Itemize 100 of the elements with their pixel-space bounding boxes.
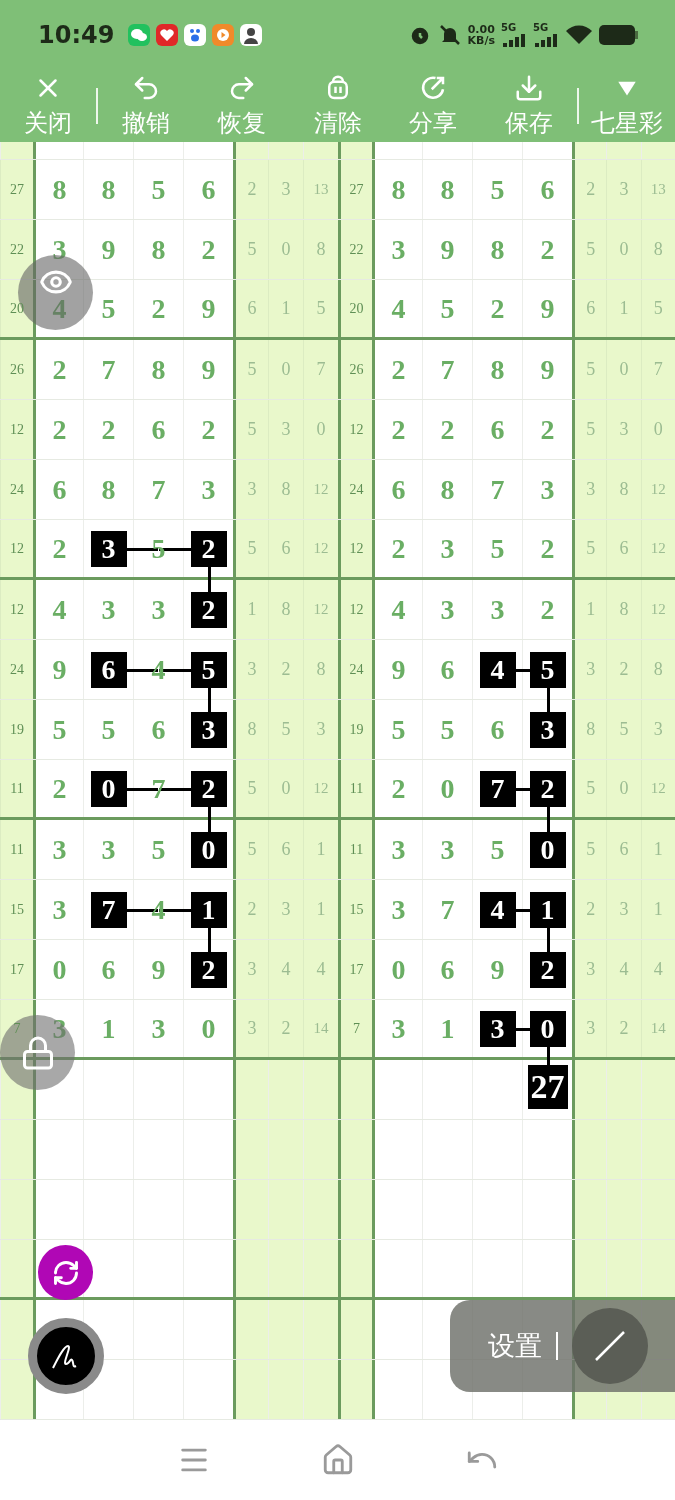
digit[interactable]: 2 bbox=[490, 292, 505, 325]
digit[interactable]: 8 bbox=[101, 473, 116, 506]
digit[interactable]: 8 bbox=[101, 173, 116, 206]
digit[interactable]: 8 bbox=[490, 353, 505, 386]
digit[interactable]: 3 bbox=[490, 593, 505, 626]
digit[interactable]: 0 bbox=[201, 1012, 216, 1045]
close-button[interactable]: 关闭 bbox=[0, 73, 96, 139]
digit[interactable]: 9 bbox=[52, 653, 67, 686]
digit[interactable]: 3 bbox=[101, 593, 116, 626]
digit[interactable]: 6 bbox=[151, 713, 166, 746]
digit[interactable]: 6 bbox=[440, 953, 455, 986]
save-button[interactable]: 保存 bbox=[481, 73, 578, 139]
highlighted-number[interactable]: 27 bbox=[527, 1065, 568, 1109]
digit[interactable]: 3 bbox=[52, 893, 67, 926]
digit[interactable]: 3 bbox=[391, 233, 406, 266]
digit[interactable]: 8 bbox=[440, 173, 455, 206]
redo-button[interactable]: 恢复 bbox=[193, 73, 290, 139]
digit[interactable]: 9 bbox=[440, 233, 455, 266]
digit[interactable]: 2 bbox=[540, 233, 555, 266]
digit[interactable]: 4 bbox=[391, 593, 406, 626]
digit[interactable]: 8 bbox=[490, 233, 505, 266]
highlighted-number[interactable]: 1 bbox=[529, 891, 566, 928]
digit[interactable]: 0 bbox=[391, 953, 406, 986]
digit[interactable]: 5 bbox=[490, 173, 505, 206]
highlighted-number[interactable]: 6 bbox=[90, 651, 127, 688]
highlighted-number[interactable]: 7 bbox=[90, 891, 127, 928]
highlighted-number[interactable]: 3 bbox=[90, 530, 127, 567]
digit[interactable]: 3 bbox=[391, 893, 406, 926]
digit[interactable]: 6 bbox=[490, 413, 505, 446]
digit[interactable]: 2 bbox=[52, 413, 67, 446]
highlighted-number[interactable]: 2 bbox=[190, 951, 227, 988]
clear-button[interactable]: 清除 bbox=[289, 73, 386, 139]
digit[interactable]: 0 bbox=[52, 953, 67, 986]
digit[interactable]: 9 bbox=[540, 292, 555, 325]
digit[interactable]: 5 bbox=[440, 713, 455, 746]
digit[interactable]: 9 bbox=[151, 953, 166, 986]
highlighted-number[interactable]: 4 bbox=[479, 651, 516, 688]
digit[interactable]: 9 bbox=[391, 653, 406, 686]
highlighted-number[interactable]: 1 bbox=[190, 891, 227, 928]
digit[interactable]: 2 bbox=[391, 772, 406, 805]
settings-button[interactable]: 设置 bbox=[488, 1328, 542, 1364]
digit[interactable]: 5 bbox=[440, 292, 455, 325]
digit[interactable]: 8 bbox=[151, 353, 166, 386]
digit[interactable]: 5 bbox=[391, 713, 406, 746]
digit[interactable]: 9 bbox=[540, 353, 555, 386]
highlighted-number[interactable]: 3 bbox=[529, 711, 566, 748]
digit[interactable]: 2 bbox=[201, 233, 216, 266]
digit[interactable]: 8 bbox=[52, 173, 67, 206]
highlighted-number[interactable]: 0 bbox=[529, 1010, 566, 1047]
digit[interactable]: 2 bbox=[52, 772, 67, 805]
digit[interactable]: 8 bbox=[151, 233, 166, 266]
digit[interactable]: 3 bbox=[440, 833, 455, 866]
digit[interactable]: 7 bbox=[440, 893, 455, 926]
highlighted-number[interactable]: 2 bbox=[529, 951, 566, 988]
digit[interactable]: 0 bbox=[440, 772, 455, 805]
digit[interactable]: 6 bbox=[52, 473, 67, 506]
digit[interactable]: 2 bbox=[391, 532, 406, 565]
digit[interactable]: 8 bbox=[391, 173, 406, 206]
digit[interactable]: 2 bbox=[391, 413, 406, 446]
digit[interactable]: 9 bbox=[101, 233, 116, 266]
digit[interactable]: 2 bbox=[201, 413, 216, 446]
digit[interactable]: 5 bbox=[490, 833, 505, 866]
digit[interactable]: 2 bbox=[101, 413, 116, 446]
digit[interactable]: 6 bbox=[101, 953, 116, 986]
highlighted-number[interactable]: 2 bbox=[190, 530, 227, 567]
highlighted-number[interactable]: 5 bbox=[190, 651, 227, 688]
digit[interactable]: 3 bbox=[391, 833, 406, 866]
digit[interactable]: 5 bbox=[490, 532, 505, 565]
digit[interactable]: 3 bbox=[440, 532, 455, 565]
digit[interactable]: 3 bbox=[151, 1012, 166, 1045]
digit[interactable]: 7 bbox=[490, 473, 505, 506]
digit[interactable]: 4 bbox=[52, 593, 67, 626]
digit[interactable]: 3 bbox=[440, 593, 455, 626]
digit[interactable]: 3 bbox=[101, 833, 116, 866]
digit[interactable]: 2 bbox=[391, 353, 406, 386]
digit[interactable]: 9 bbox=[201, 292, 216, 325]
digit[interactable]: 7 bbox=[151, 473, 166, 506]
digit[interactable]: 5 bbox=[101, 713, 116, 746]
digit[interactable]: 8 bbox=[440, 473, 455, 506]
highlighted-number[interactable]: 2 bbox=[529, 770, 566, 807]
digit[interactable]: 5 bbox=[151, 833, 166, 866]
digit[interactable]: 1 bbox=[440, 1012, 455, 1045]
digit[interactable]: 6 bbox=[391, 473, 406, 506]
refresh-button[interactable] bbox=[38, 1245, 93, 1300]
digit[interactable]: 2 bbox=[540, 593, 555, 626]
digit[interactable]: 6 bbox=[151, 413, 166, 446]
highlighted-number[interactable]: 0 bbox=[529, 831, 566, 868]
highlighted-number[interactable]: 4 bbox=[479, 891, 516, 928]
digit[interactable]: 2 bbox=[440, 413, 455, 446]
digit[interactable]: 7 bbox=[440, 353, 455, 386]
digit[interactable]: 5 bbox=[52, 713, 67, 746]
digit[interactable]: 3 bbox=[201, 473, 216, 506]
digit[interactable]: 2 bbox=[540, 413, 555, 446]
digit[interactable]: 9 bbox=[201, 353, 216, 386]
digit[interactable]: 6 bbox=[440, 653, 455, 686]
highlighted-number[interactable]: 3 bbox=[190, 711, 227, 748]
digit[interactable]: 3 bbox=[391, 1012, 406, 1045]
highlighted-number[interactable]: 0 bbox=[190, 831, 227, 868]
digit[interactable]: 2 bbox=[540, 532, 555, 565]
highlighted-number[interactable]: 2 bbox=[190, 591, 227, 628]
